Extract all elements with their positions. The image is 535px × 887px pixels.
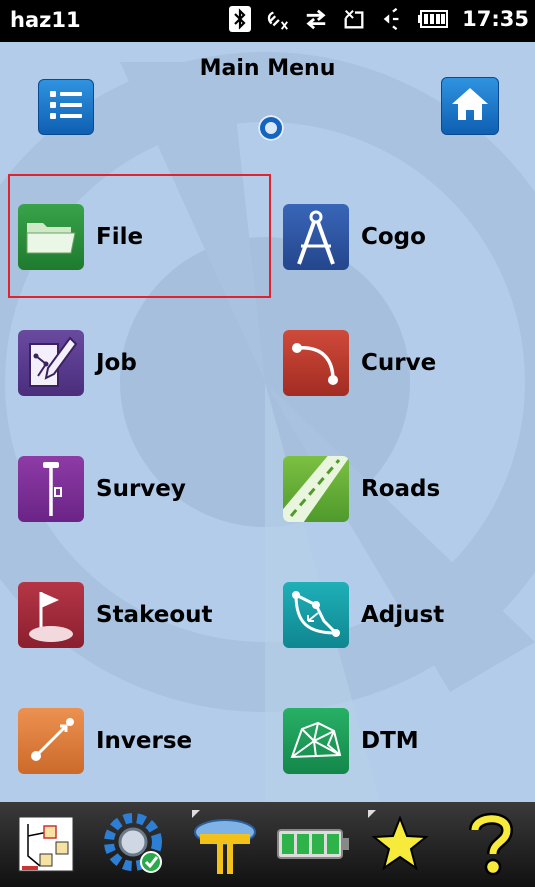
page-indicator — [258, 115, 284, 141]
menu-item-label: Curve — [361, 350, 437, 376]
dtm-mesh-icon — [283, 708, 349, 774]
settings-button[interactable] — [100, 812, 170, 880]
home-button[interactable] — [441, 77, 499, 135]
menu-item-curve[interactable]: Curve — [283, 328, 436, 398]
help-icon — [467, 812, 515, 880]
stake-flag-icon — [18, 582, 84, 648]
menu-item-stakeout[interactable]: Stakeout — [18, 580, 213, 650]
curve-icon — [283, 330, 349, 396]
dropdown-corner-marker — [192, 810, 200, 818]
background-target-graphic — [0, 52, 535, 802]
list-menu-button[interactable] — [38, 79, 94, 135]
status-bar: haz11 17:35 — [0, 0, 535, 42]
dropdown-corner-marker — [368, 810, 376, 818]
menu-item-roads[interactable]: Roads — [283, 454, 440, 524]
menu-item-job[interactable]: Job — [18, 328, 137, 398]
menu-item-label: Adjust — [361, 602, 445, 628]
battery-icon[interactable] — [418, 6, 449, 32]
status-icons: 17:35 — [228, 6, 529, 32]
clock: 17:35 — [462, 7, 529, 31]
menu-item-label: Stakeout — [96, 602, 213, 628]
menu-item-label: Cogo — [361, 224, 426, 250]
favorites-button[interactable] — [364, 810, 436, 878]
menu-item-file[interactable]: File — [18, 202, 143, 272]
favorites-star-icon — [370, 814, 430, 878]
menu-item-label: File — [96, 224, 144, 250]
sync-icon[interactable] — [304, 6, 328, 32]
gps-off-icon[interactable] — [266, 6, 290, 32]
list-menu-icon — [48, 88, 84, 126]
bluetooth-icon[interactable] — [228, 6, 252, 32]
menu-item-label: Inverse — [96, 728, 193, 754]
map-view-icon — [18, 816, 74, 876]
help-button[interactable] — [458, 812, 524, 880]
bottom-toolbar — [0, 802, 535, 887]
road-icon — [283, 456, 349, 522]
gnss-receiver-icon — [190, 812, 260, 880]
menu-item-survey[interactable]: Survey — [18, 454, 186, 524]
folder-icon — [18, 204, 84, 270]
home-icon — [450, 86, 490, 126]
device-name: haz11 — [10, 8, 81, 32]
compass-icon — [283, 204, 349, 270]
job-edit-icon — [18, 330, 84, 396]
menu-item-label: DTM — [361, 728, 419, 754]
menu-item-label: Survey — [96, 476, 186, 502]
battery-status-button[interactable] — [276, 814, 352, 878]
survey-pole-icon — [18, 456, 84, 522]
settings-gear-icon — [103, 812, 167, 880]
speaker-icon[interactable] — [380, 6, 404, 32]
connection-icon[interactable] — [342, 6, 366, 32]
menu-item-label: Roads — [361, 476, 441, 502]
menu-item-inverse[interactable]: Inverse — [18, 706, 192, 776]
inverse-icon — [18, 708, 84, 774]
map-view-button[interactable] — [16, 814, 76, 878]
main-menu: Main Menu File Cogo Job Curve Survey Roa… — [0, 42, 535, 802]
menu-item-cogo[interactable]: Cogo — [283, 202, 426, 272]
battery-status-icon — [277, 829, 351, 863]
gnss-receiver-button[interactable] — [188, 810, 262, 880]
adjust-icon — [283, 582, 349, 648]
screen: haz11 17:35 Main Menu File Cogo Job Curv… — [0, 0, 535, 887]
menu-item-dtm[interactable]: DTM — [283, 706, 419, 776]
menu-item-label: Job — [96, 350, 137, 376]
menu-item-adjust[interactable]: Adjust — [283, 580, 444, 650]
